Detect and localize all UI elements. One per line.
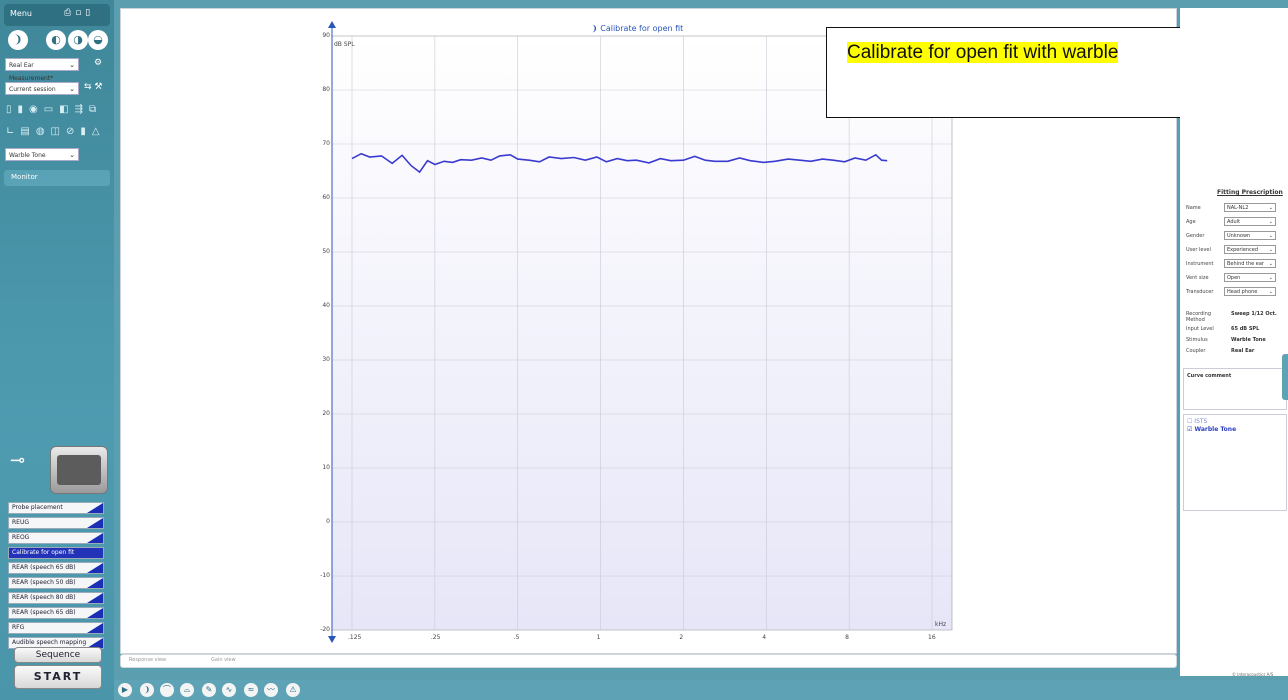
y-tick-label: 30 [322,356,330,363]
prescription-label: Age [1186,219,1196,225]
edit-icon[interactable]: ✎ [202,683,216,697]
chevron-down-icon: ⌄ [1268,261,1273,267]
y-tick-label: 80 [322,86,330,93]
curve-comment-label: Curve comment [1187,373,1232,379]
prescription-select[interactable]: Behind the ear ⌄ [1224,259,1276,268]
chevron-down-icon: ⌄ [1268,289,1273,295]
y-tick-label: 60 [322,194,330,201]
y-axis-unit: dB SPL [334,41,355,48]
y-tick-label: 50 [322,248,330,255]
info-label: Coupler [1186,348,1206,354]
prescription-label: Name [1186,205,1201,211]
info-value: Warble Tone [1231,337,1266,343]
chevron-down-icon: ⌄ [1268,219,1273,225]
chevron-down-icon: ⌄ [1268,205,1273,211]
y-tick-label: 10 [322,464,330,471]
chevron-down-icon: ⌄ [1268,275,1273,281]
prescription-select[interactable]: NAL-NL2 ⌄ [1224,203,1276,212]
waveform-icon[interactable]: 〰 [264,683,278,697]
chart-title: ❩ Calibrate for open fit [591,24,684,33]
ear-icon: ❩ [591,24,601,33]
info-label: Stimulus [1186,337,1208,343]
x-tick-label: 8 [845,634,849,641]
curve-view-2-icon[interactable]: ⌓ [180,683,194,697]
x-tick-label: 1 [596,634,601,641]
y-tick-label: 0 [326,518,330,525]
x-tick-label: .5 [513,634,520,641]
prescription-select[interactable]: Unknown ⌄ [1224,231,1276,240]
prescription-label: Vent size [1186,275,1209,281]
curve-comment-box[interactable]: Curve comment [1183,368,1287,410]
ear-view-icon[interactable]: ❩ [140,683,154,697]
info-value: Real Ear [1231,348,1255,354]
annotation-text: Calibrate for open fit with warble [847,42,1119,63]
x-axis-unit: kHz [935,621,947,628]
x-tick-label: .25 [430,634,441,641]
y-tick-label: 40 [322,302,330,309]
play-icon[interactable]: ▶ [118,683,132,697]
y-tick-label: 70 [322,140,330,147]
collapse-panel-handle[interactable] [1282,354,1288,400]
warning-icon[interactable]: ⚠ [286,683,300,697]
chevron-down-icon: ⌄ [1268,233,1273,239]
info-label: Recording Method [1186,311,1212,323]
y-axis-arrow-down [328,636,336,643]
gain-view-option[interactable]: Gain view [211,657,236,663]
plot-area [331,35,953,631]
prescription-label: Instrument [1186,261,1214,267]
legend-label: Warble Tone [1194,426,1237,433]
prescription-label: Gender [1186,233,1205,239]
curve-legend: ☐ ISTS ☑ Warble Tone [1183,414,1287,511]
curve-view-icon[interactable]: ⌒ [160,683,174,697]
view-options-strip: Response view Gain view [120,654,1177,668]
info-label: Input Level [1186,326,1214,332]
prescription-label: Transducer [1186,289,1214,295]
prescription-select[interactable]: Head phone ⌄ [1224,287,1276,296]
y-tick-label: 20 [322,410,330,417]
info-value: Sweep 1/12 Oct. [1231,311,1277,317]
annotation-callout: Calibrate for open fit with warble [826,27,1237,118]
x-tick-label: 4 [762,634,767,641]
y-tick-label: -10 [320,572,330,579]
probe-icon[interactable]: ≈ [244,683,258,697]
prescription-label: User level [1186,247,1211,253]
y-tick-label: -20 [320,626,330,633]
copyright: © Interacoustics A/S [1232,672,1274,677]
response-view-option[interactable]: Response view [129,657,166,663]
tube-icon[interactable]: ∿ [222,683,236,697]
y-tick-label: 90 [322,32,330,39]
chevron-down-icon: ⌄ [1268,247,1273,253]
x-tick-label: 16 [928,634,936,641]
legend-item-ists[interactable]: ☐ ISTS [1187,418,1207,425]
prescription-select[interactable]: Adult ⌄ [1224,217,1276,226]
x-tick-label: .125 [348,634,362,641]
legend-item-warble[interactable]: ☑ Warble Tone [1187,426,1236,433]
prescription-select[interactable]: Experienced ⌄ [1224,245,1276,254]
legend-label: ISTS [1194,418,1208,425]
y-axis-arrow-up [328,21,336,28]
x-tick-label: 2 [679,634,684,641]
fitting-prescription-title: Fitting Prescription [1217,189,1283,196]
info-value: 65 dB SPL [1231,326,1260,332]
prescription-select[interactable]: Open ⌄ [1224,273,1276,282]
